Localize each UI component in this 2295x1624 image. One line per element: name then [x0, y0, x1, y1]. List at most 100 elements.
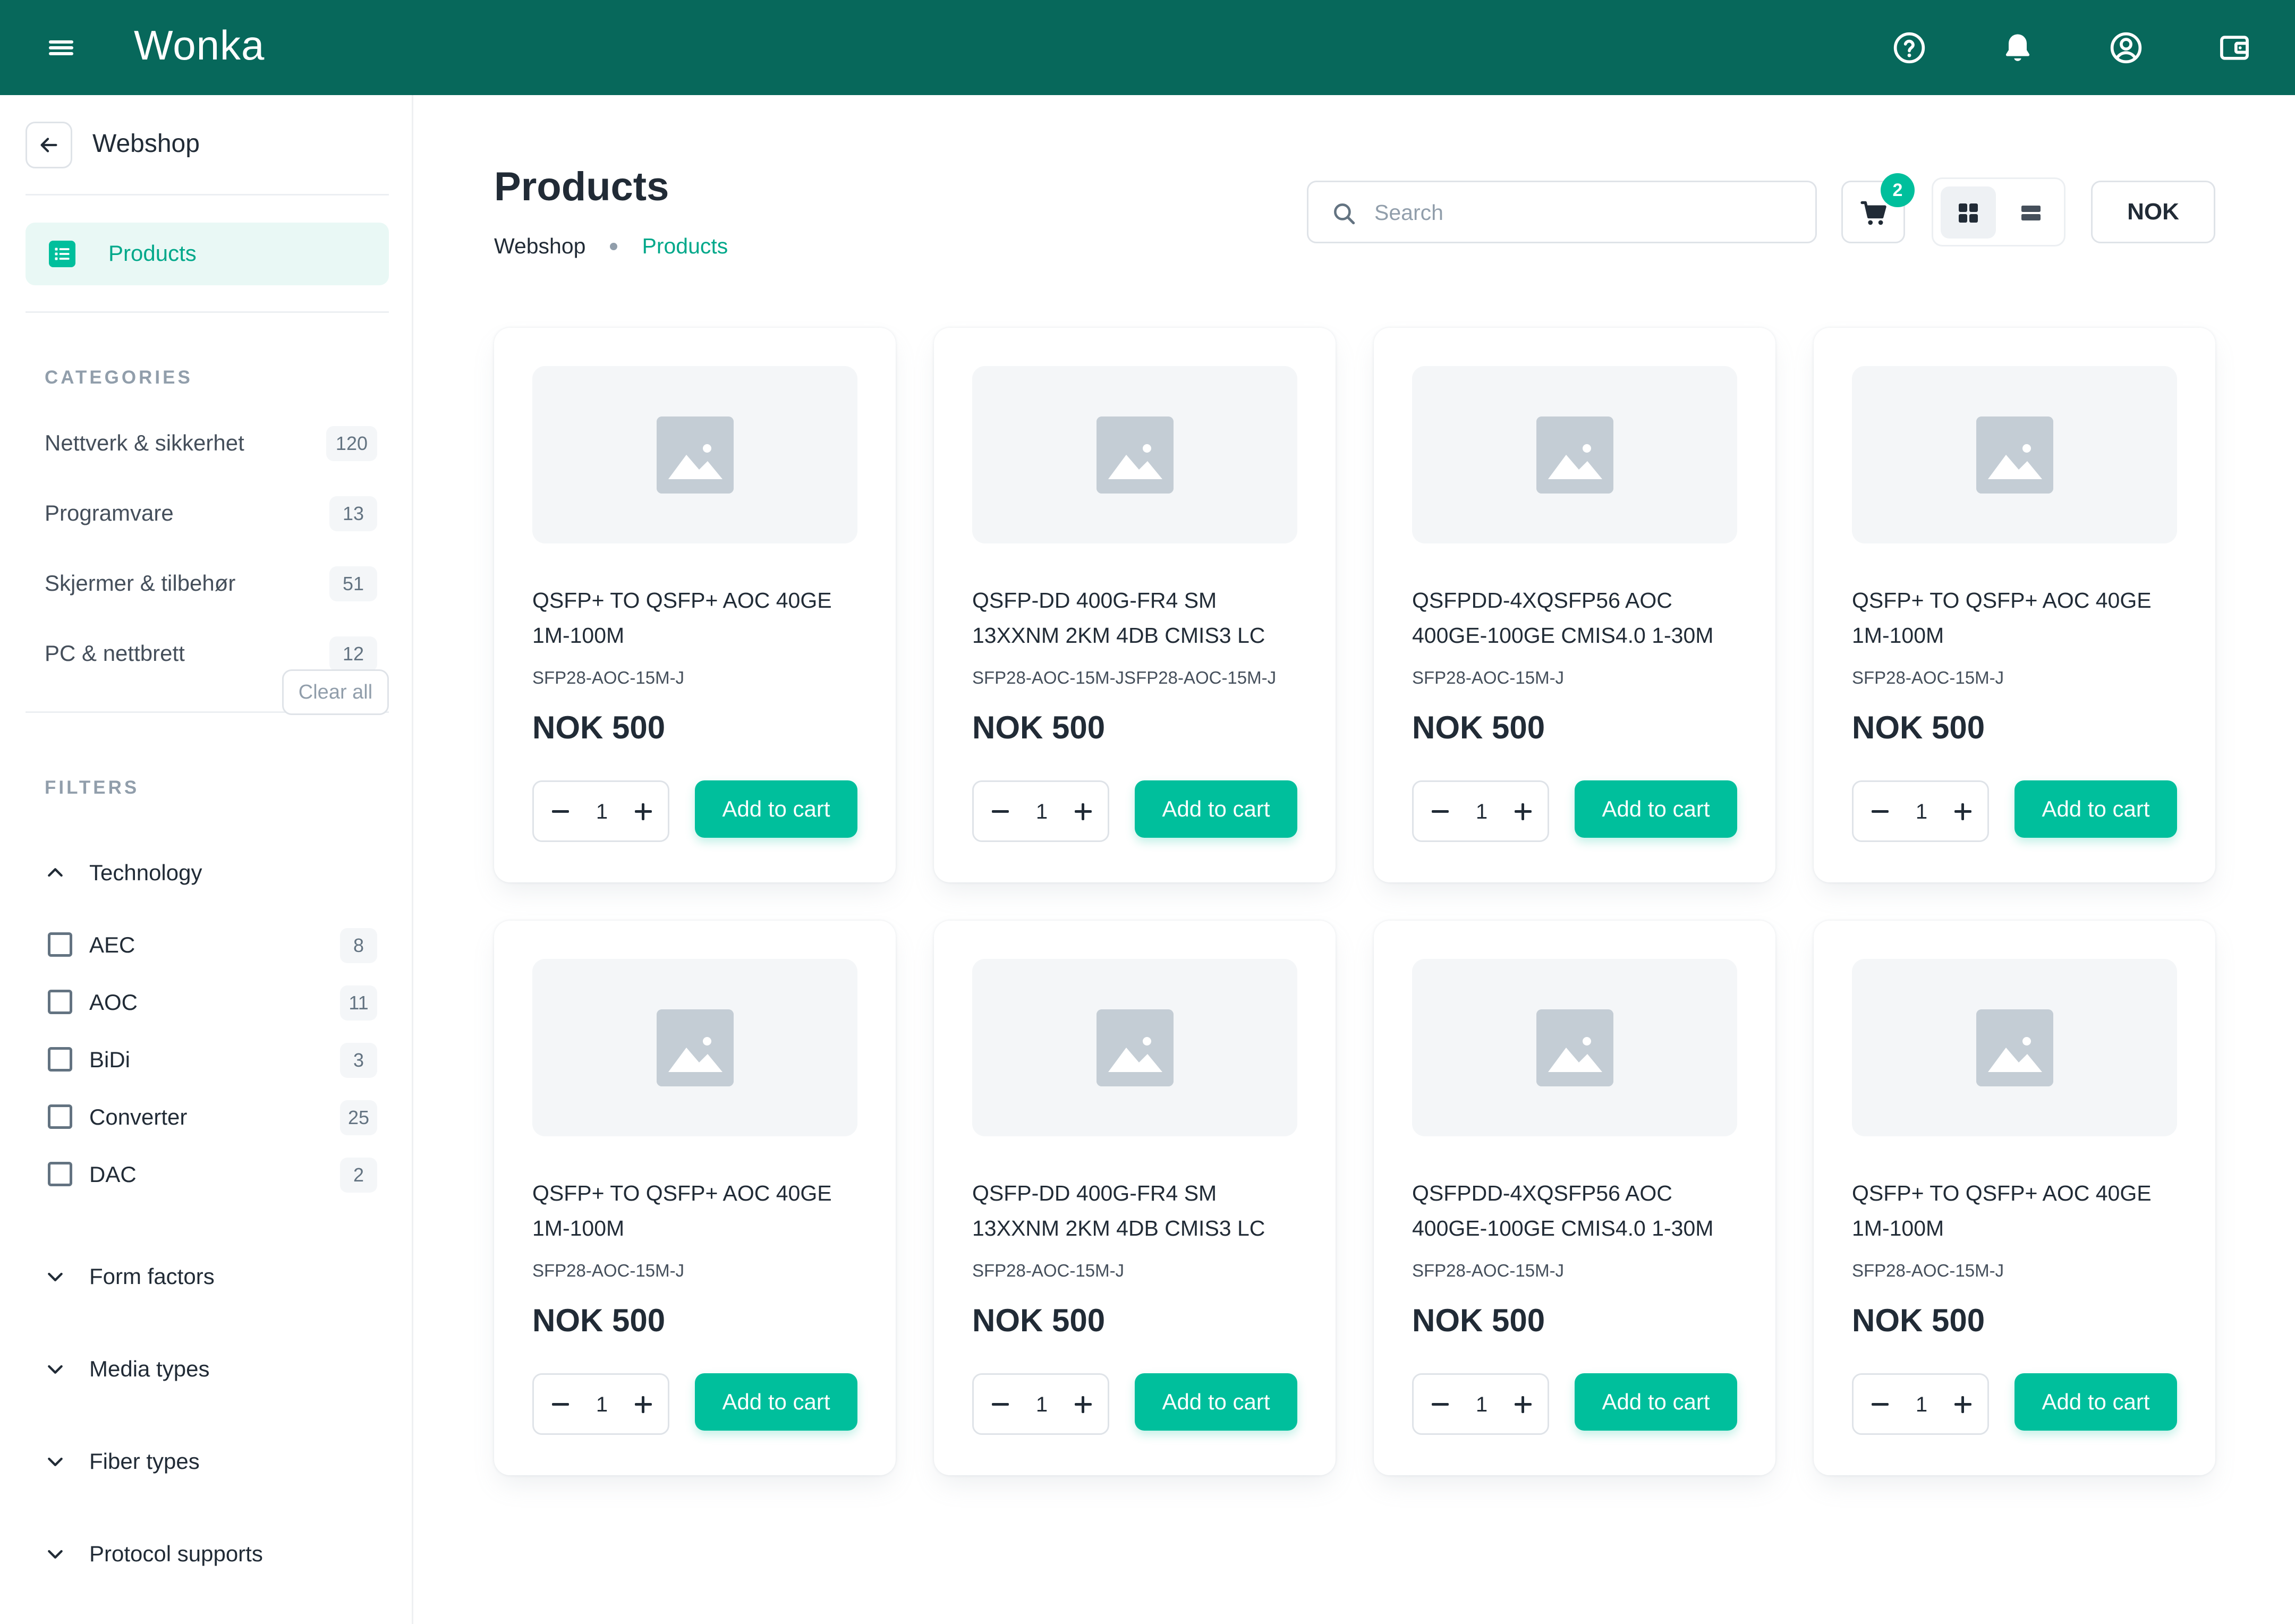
plus-icon[interactable] — [1068, 1390, 1098, 1419]
quantity-input[interactable] — [1463, 1389, 1501, 1421]
product-name[interactable]: QSFP-DD 400G-FR4 SM 13XXNM 2KM 4DB CMIS3… — [972, 583, 1312, 653]
category-item[interactable]: Programvare 13 — [45, 494, 377, 531]
product-image[interactable] — [532, 959, 857, 1136]
product-price: NOK 500 — [532, 710, 666, 745]
product-image[interactable] — [972, 366, 1297, 543]
quantity-input[interactable] — [1023, 1389, 1061, 1421]
minus-icon[interactable] — [985, 1390, 1015, 1419]
plus-icon[interactable] — [1508, 1390, 1538, 1419]
page-title: Products — [494, 164, 669, 209]
sidebar-item-products[interactable]: Products — [26, 223, 389, 285]
minus-icon[interactable] — [1865, 797, 1895, 827]
menu-icon[interactable] — [44, 33, 79, 62]
plus-icon[interactable] — [1508, 797, 1538, 827]
clear-all-button[interactable]: Clear all — [282, 669, 389, 715]
product-name[interactable]: QSFP+ TO QSFP+ AOC 40GE 1M-100M — [1852, 1176, 2192, 1246]
product-image[interactable] — [1412, 959, 1737, 1136]
product-name[interactable]: QSFPDD-4XQSFP56 AOC 400GE-100GE CMIS4.0 … — [1412, 583, 1752, 653]
wallet-icon[interactable] — [2216, 30, 2252, 66]
filter-group-protocol-supports[interactable]: Protocol supports — [45, 1533, 385, 1575]
filter-option: BiDi 3 — [48, 1041, 377, 1078]
add-to-cart-button[interactable]: Add to cart — [1135, 1373, 1297, 1431]
product-name-line: QSFP+ TO QSFP+ AOC 40GE — [532, 1181, 832, 1205]
add-to-cart-button[interactable]: Add to cart — [1575, 1373, 1737, 1431]
product-name[interactable]: QSFP+ TO QSFP+ AOC 40GE 1M-100M — [532, 583, 872, 653]
plus-icon[interactable] — [1068, 797, 1098, 827]
filter-option-count: 11 — [340, 985, 377, 1021]
filter-group-technology[interactable]: Technology — [45, 852, 385, 894]
account-icon[interactable] — [2108, 30, 2144, 66]
checkbox[interactable] — [48, 990, 72, 1014]
image-placeholder-icon — [1096, 1009, 1174, 1086]
filter-option-label: BiDi — [89, 1047, 131, 1072]
breadcrumb-current: Products — [642, 234, 728, 258]
product-name[interactable]: QSFP-DD 400G-FR4 SM 13XXNM 2KM 4DB CMIS3… — [972, 1176, 1312, 1246]
product-image[interactable] — [532, 366, 857, 543]
product-image[interactable] — [1852, 366, 2177, 543]
currency-selector[interactable]: NOK — [2091, 181, 2215, 243]
checkbox[interactable] — [48, 932, 72, 957]
bell-icon[interactable] — [2000, 30, 2036, 66]
breadcrumb-webshop[interactable]: Webshop — [494, 234, 585, 259]
filter-group-form-factors[interactable]: Form factors — [45, 1255, 385, 1298]
list-view-button[interactable] — [2003, 186, 2059, 239]
search-input[interactable] — [1374, 195, 1799, 230]
quantity-input[interactable] — [1023, 796, 1061, 828]
category-count: 13 — [329, 496, 377, 531]
grid-view-button[interactable] — [1941, 186, 1996, 239]
quantity-input[interactable] — [1902, 796, 1941, 828]
quantity-input[interactable] — [1463, 796, 1501, 828]
add-to-cart-button[interactable]: Add to cart — [695, 1373, 857, 1431]
product-name[interactable]: QSFPDD-4XQSFP56 AOC 400GE-100GE CMIS4.0 … — [1412, 1176, 1752, 1246]
filter-option-count: 8 — [340, 928, 377, 963]
add-to-cart-button[interactable]: Add to cart — [1135, 780, 1297, 838]
quantity-stepper — [972, 1373, 1109, 1435]
minus-icon[interactable] — [1425, 797, 1455, 827]
categories-heading: CATEGORIES — [45, 367, 193, 388]
category-item[interactable]: Nettverk & sikkerhet 120 — [45, 424, 377, 461]
plus-icon[interactable] — [628, 1390, 658, 1419]
add-to-cart-button[interactable]: Add to cart — [2014, 1373, 2177, 1431]
filter-group-media-types[interactable]: Media types — [45, 1348, 385, 1390]
back-button[interactable] — [26, 122, 72, 168]
product-sku: SFP28-AOC-15M-J — [1412, 1261, 1565, 1280]
image-placeholder-icon — [1976, 1009, 2053, 1086]
product-card: QSFP+ TO QSFP+ AOC 40GE 1M-100M SFP28-AO… — [494, 328, 896, 882]
quantity-input[interactable] — [583, 796, 621, 828]
image-placeholder-icon — [1536, 1009, 1613, 1086]
list-icon — [49, 241, 75, 267]
minus-icon[interactable] — [1865, 1390, 1895, 1419]
product-image[interactable] — [1852, 959, 2177, 1136]
checkbox[interactable] — [48, 1104, 72, 1129]
checkbox[interactable] — [48, 1162, 72, 1186]
filter-group-fiber-types[interactable]: Fiber types — [45, 1440, 385, 1483]
add-to-cart-button[interactable]: Add to cart — [2014, 780, 2177, 838]
help-icon[interactable] — [1891, 30, 1927, 66]
minus-icon[interactable] — [546, 1390, 575, 1419]
category-item[interactable]: PC & nettbrett 12 — [45, 634, 377, 671]
product-name[interactable]: QSFP+ TO QSFP+ AOC 40GE 1M-100M — [532, 1176, 872, 1246]
minus-icon[interactable] — [985, 797, 1015, 827]
quantity-stepper — [1412, 1373, 1549, 1435]
add-to-cart-button[interactable]: Add to cart — [1575, 780, 1737, 838]
minus-icon[interactable] — [546, 797, 575, 827]
sidebar-title: Webshop — [92, 130, 200, 158]
product-image[interactable] — [1412, 366, 1737, 543]
product-name[interactable]: QSFP+ TO QSFP+ AOC 40GE 1M-100M — [1852, 583, 2192, 653]
plus-icon[interactable] — [1948, 1390, 1978, 1419]
plus-icon[interactable] — [628, 797, 658, 827]
quantity-stepper — [1852, 1373, 1989, 1435]
product-image[interactable] — [972, 959, 1297, 1136]
checkbox[interactable] — [48, 1047, 72, 1072]
quantity-input[interactable] — [1902, 1389, 1941, 1421]
product-card: QSFPDD-4XQSFP56 AOC 400GE-100GE CMIS4.0 … — [1374, 921, 1775, 1475]
product-sku: SFP28-AOC-15M-J — [1412, 668, 1565, 687]
filter-option: AOC 11 — [48, 983, 377, 1021]
minus-icon[interactable] — [1425, 1390, 1455, 1419]
add-to-cart-button[interactable]: Add to cart — [695, 780, 857, 838]
divider — [26, 194, 389, 195]
plus-icon[interactable] — [1948, 797, 1978, 827]
quantity-input[interactable] — [583, 1389, 621, 1421]
product-price: NOK 500 — [972, 710, 1106, 745]
category-item[interactable]: Skjermer & tilbehør 51 — [45, 564, 377, 601]
